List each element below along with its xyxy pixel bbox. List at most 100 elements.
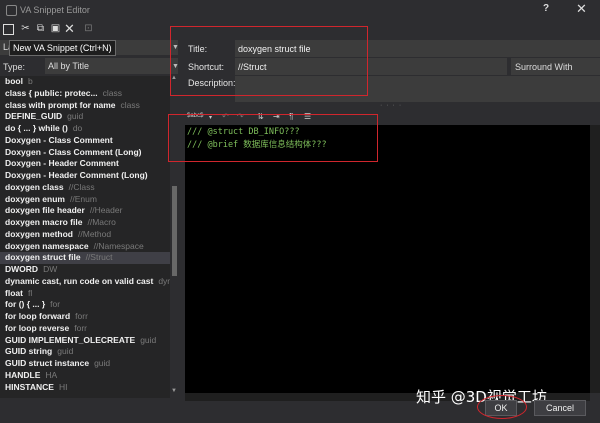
code-editor[interactable]: /// @struct DB_INFO??? /// @brief 数据库信息结… bbox=[185, 125, 590, 393]
snippet-list-item[interactable]: for loop forward forr bbox=[0, 311, 170, 323]
snippet-list-item[interactable]: do { ... } while () do bbox=[0, 123, 170, 135]
snippet-shortcut: fl bbox=[27, 287, 33, 298]
snippet-name: doxygen class bbox=[5, 181, 64, 192]
snippet-list-item[interactable]: DWORD DW bbox=[0, 264, 170, 276]
new-snippet-tooltip: New VA Snippet (Ctrl+N) bbox=[9, 40, 116, 56]
snippet-name: Doxygen - Header Comment bbox=[5, 158, 119, 169]
type-label: Type: bbox=[3, 62, 26, 72]
snippet-shortcut: guid bbox=[67, 111, 84, 122]
snippet-list-item[interactable]: dynamic cast, run code on valid cast dyn bbox=[0, 276, 170, 288]
splitter-handle[interactable]: · · · · bbox=[380, 102, 402, 109]
snippet-name: bool bbox=[5, 76, 23, 86]
snippet-name: doxygen struct file bbox=[5, 252, 81, 263]
snippet-shortcut: class bbox=[120, 99, 140, 110]
snippet-name: GUID string bbox=[5, 346, 53, 357]
snippet-list-item[interactable]: doxygen enum //Enum bbox=[0, 194, 170, 206]
snippet-list-item[interactable]: GUID IMPLEMENT_OLECREATE guid bbox=[0, 335, 170, 347]
cut-icon[interactable]: ✂ bbox=[19, 22, 32, 35]
scroll-down-icon[interactable]: ▼ bbox=[171, 388, 177, 394]
snippet-shortcut: guid bbox=[140, 334, 157, 345]
snippet-shortcut: guid bbox=[94, 358, 111, 368]
snippet-name: doxygen method bbox=[5, 228, 74, 239]
close-button[interactable]: ✕ bbox=[576, 1, 587, 17]
snippet-name: for loop forward bbox=[5, 311, 71, 321]
snippet-shortcut: //Method bbox=[78, 228, 112, 239]
snippet-name: HANDLE bbox=[5, 369, 41, 380]
snippet-shortcut: HA bbox=[45, 369, 58, 380]
snippet-shortcut: //Macro bbox=[87, 217, 116, 227]
snippet-name: GUID IMPLEMENT_OLECREATE bbox=[5, 334, 136, 345]
scrollbar-thumb[interactable] bbox=[172, 186, 177, 276]
copy-icon[interactable]: ⧉ bbox=[34, 22, 47, 35]
snippet-shortcut: forr bbox=[74, 322, 87, 333]
window-title: VA Snippet Editor bbox=[20, 5, 90, 15]
app-icon bbox=[6, 5, 17, 16]
editor-vertical-scrollbar[interactable] bbox=[590, 125, 600, 393]
snippet-name: doxygen enum bbox=[5, 193, 65, 204]
snippet-list-item[interactable]: for loop reverse forr bbox=[0, 323, 170, 335]
help-button[interactable]: ? bbox=[543, 3, 549, 14]
properties-icon[interactable]: ⊡ bbox=[82, 22, 95, 35]
snippet-name: class with prompt for name bbox=[5, 99, 116, 110]
snippet-list-item[interactable]: class { public: protec... class bbox=[0, 88, 170, 100]
paste-icon[interactable]: ▣ bbox=[49, 22, 62, 35]
snippet-list-item[interactable]: for () { ... } for bbox=[0, 299, 170, 311]
snippet-list-item[interactable]: Doxygen - Class Comment bbox=[0, 135, 170, 147]
snippet-list-item[interactable]: doxygen class //Class bbox=[0, 182, 170, 194]
snippet-name: doxygen macro file bbox=[5, 217, 83, 227]
snippet-name: doxygen namespace bbox=[5, 240, 89, 251]
snippet-name: Doxygen - Class Comment bbox=[5, 134, 113, 145]
snippet-list-item[interactable]: HANDLE HA bbox=[0, 370, 170, 382]
snippet-shortcut: //Namespace bbox=[93, 240, 144, 251]
snippet-list-item[interactable]: doxygen struct file //Struct bbox=[0, 252, 170, 264]
snippet-list-item[interactable]: bool b bbox=[0, 76, 170, 88]
annotation-ring-ok bbox=[477, 395, 527, 419]
snippet-name: float bbox=[5, 287, 23, 298]
snippet-shortcut: b bbox=[27, 76, 33, 86]
snippet-list-item[interactable]: Doxygen - Header Comment bbox=[0, 158, 170, 170]
snippet-shortcut: do bbox=[72, 123, 83, 133]
snippet-name: GUID struct instance bbox=[5, 358, 90, 368]
snippet-shortcut: //Struct bbox=[85, 252, 113, 263]
snippet-shortcut: for bbox=[50, 299, 61, 310]
snippet-shortcut: class bbox=[102, 87, 122, 98]
annotation-box-fields bbox=[170, 26, 368, 96]
snippet-list: bool b class { public: protec... class class… bbox=[0, 76, 170, 398]
snippet-list-item[interactable]: Doxygen - Class Comment (Long) bbox=[0, 147, 170, 159]
snippet-name: for loop reverse bbox=[5, 322, 70, 333]
snippet-toolbar: ✂ ⧉ ▣ ✕ ⊡ bbox=[0, 20, 180, 38]
title-bar: VA Snippet Editor ? ✕ bbox=[0, 0, 600, 20]
surround-with-checkbox[interactable]: Surround With bbox=[511, 58, 600, 75]
snippet-list-item[interactable]: class with prompt for name class bbox=[0, 100, 170, 112]
snippet-shortcut: guid bbox=[57, 346, 74, 357]
snippet-list-item[interactable]: HINSTANCE HI bbox=[0, 382, 170, 394]
snippet-list-item[interactable]: doxygen macro file //Macro bbox=[0, 217, 170, 229]
type-select[interactable]: All by Title ▼ bbox=[45, 58, 179, 74]
snippet-shortcut: //Class bbox=[68, 181, 95, 192]
snippet-list-item[interactable]: doxygen namespace //Namespace bbox=[0, 241, 170, 253]
snippet-name: DWORD bbox=[5, 264, 39, 274]
snippet-shortcut: //Header bbox=[89, 205, 123, 216]
delete-icon[interactable]: ✕ bbox=[63, 22, 76, 35]
annotation-box-code bbox=[168, 114, 378, 162]
snippet-shortcut: dyn bbox=[158, 275, 170, 286]
snippet-list-item[interactable]: float fl bbox=[0, 288, 170, 300]
snippet-list-item[interactable]: GUID string guid bbox=[0, 346, 170, 358]
snippet-name: dynamic cast, run code on valid cast bbox=[5, 275, 154, 286]
snippet-name: doxygen file header bbox=[5, 205, 85, 216]
snippet-list-item[interactable]: GUID struct instance guid bbox=[0, 358, 170, 370]
snippet-list-item[interactable]: doxygen method //Method bbox=[0, 229, 170, 241]
snippet-list-item[interactable]: Doxygen - Header Comment (Long) bbox=[0, 170, 170, 182]
snippet-name: Doxygen - Header Comment (Long) bbox=[5, 170, 148, 180]
snippet-name: HINSTANCE bbox=[5, 381, 54, 392]
snippet-list-item[interactable]: DEFINE_GUID guid bbox=[0, 111, 170, 123]
snippet-name: Doxygen - Class Comment (Long) bbox=[5, 146, 142, 157]
cancel-button[interactable]: Cancel bbox=[534, 400, 586, 416]
snippet-shortcut: //Enum bbox=[69, 193, 97, 204]
snippet-list-item[interactable]: doxygen file header //Header bbox=[0, 205, 170, 217]
snippet-shortcut: HI bbox=[58, 381, 68, 392]
surround-with-label: Surround With bbox=[515, 62, 573, 72]
new-snippet-icon[interactable] bbox=[3, 24, 14, 35]
snippet-name: do { ... } while () bbox=[5, 123, 68, 133]
snippet-name: DEFINE_GUID bbox=[5, 111, 63, 122]
